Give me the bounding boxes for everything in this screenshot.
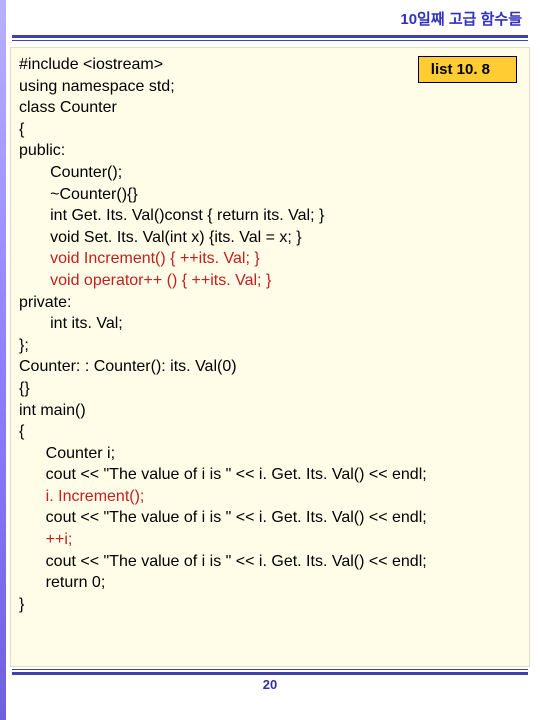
code-line: cout << "The value of i is " << i. Get. … (19, 509, 427, 526)
code-line: { (19, 423, 24, 440)
page-number: 20 (0, 675, 540, 692)
slide-header: 10일째 고급 함수들 (0, 0, 540, 31)
code-line: return 0; (19, 574, 105, 591)
code-line: { (19, 121, 24, 138)
list-badge: list 10. 8 (418, 56, 517, 83)
code-line: }; (19, 337, 29, 354)
code-line: #include <iostream> (19, 56, 163, 73)
top-divider (12, 35, 528, 41)
code-line: private: (19, 294, 71, 311)
code-block: #include <iostream> using namespace std;… (19, 54, 521, 615)
code-line: void Set. Its. Val(int x) {its. Val = x;… (19, 229, 302, 246)
code-line-highlight: void operator++ () { ++its. Val; } (19, 272, 271, 289)
code-line: int main() (19, 402, 86, 419)
code-line: Counter i; (19, 445, 115, 462)
code-line-highlight: ++i; (19, 531, 72, 548)
code-line: public: (19, 142, 65, 159)
code-line: int Get. Its. Val()const { return its. V… (19, 207, 324, 224)
code-line: } (19, 596, 24, 613)
header-title: 10일째 고급 함수들 (400, 11, 522, 28)
code-line: using namespace std; (19, 78, 175, 95)
code-line: cout << "The value of i is " << i. Get. … (19, 466, 427, 483)
bottom-divider (12, 669, 528, 675)
left-accent-stripe (0, 0, 6, 720)
code-line: cout << "The value of i is " << i. Get. … (19, 553, 427, 570)
code-line-highlight: i. Increment(); (19, 488, 144, 505)
code-line: int its. Val; (19, 315, 123, 332)
code-line: {} (19, 380, 30, 397)
list-badge-label: list 10. 8 (431, 61, 490, 78)
code-line: ~Counter(){} (19, 186, 138, 203)
slide-body: list 10. 8 #include <iostream> using nam… (10, 47, 530, 667)
code-line: Counter: : Counter(): its. Val(0) (19, 358, 237, 375)
code-line-highlight: void Increment() { ++its. Val; } (19, 250, 260, 267)
code-line: class Counter (19, 99, 117, 116)
code-line: Counter(); (19, 164, 122, 181)
